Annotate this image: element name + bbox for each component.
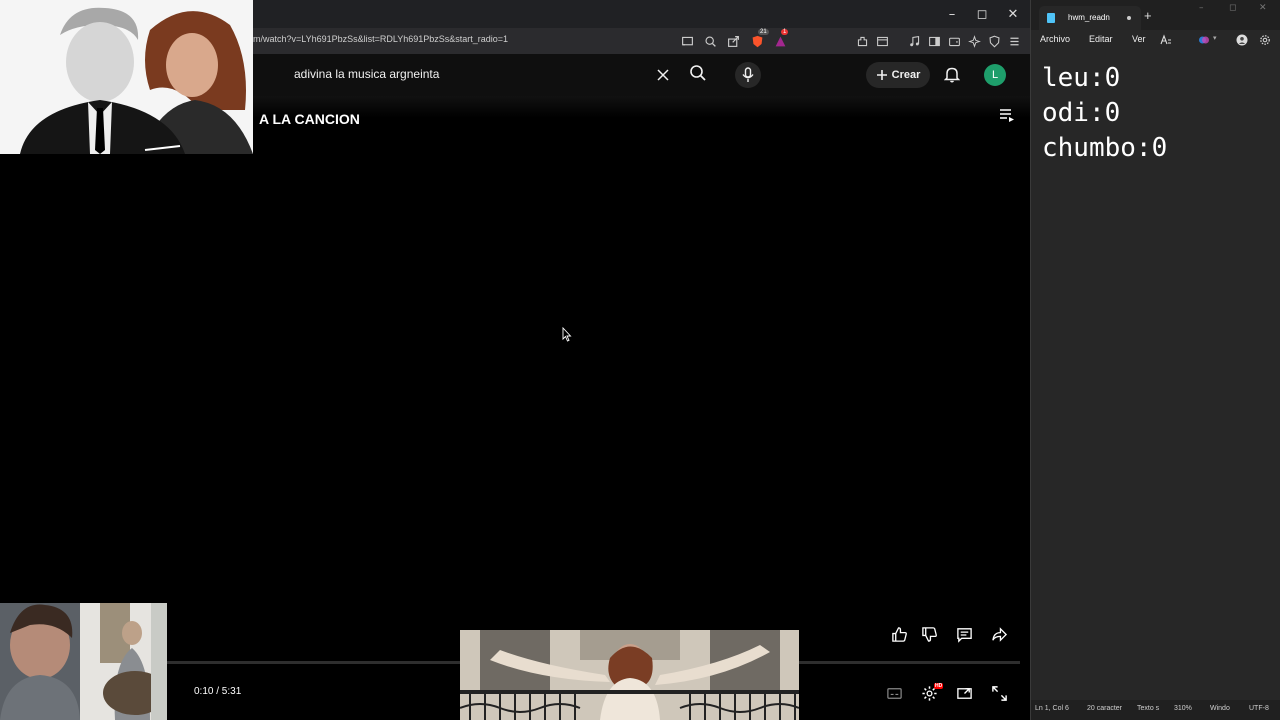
zoom-level[interactable]: 310% [1174, 705, 1192, 712]
create-label: Crear [891, 69, 921, 81]
editor-line: chumbo:0 [1042, 133, 1168, 163]
rewards-count-badge: 1 [781, 29, 789, 35]
time-display: 0:10 / 5:31 [194, 686, 242, 697]
copilot-icon[interactable] [1197, 33, 1210, 46]
encoding[interactable]: UTF-8 [1249, 705, 1269, 712]
new-tab-plus-icon[interactable]: + [1144, 8, 1152, 23]
wallet-icon[interactable] [945, 32, 963, 50]
video-title[interactable]: A LA CANCION [259, 111, 360, 127]
cursor-position: Ln 1, Col 6 [1035, 705, 1069, 712]
search-box[interactable]: adivina la musica argneinta [281, 62, 677, 88]
search-icon[interactable] [687, 62, 709, 84]
brave-shields-icon[interactable]: 21 [748, 29, 769, 50]
cast-icon[interactable] [678, 32, 696, 50]
editor-line: leu:0 [1042, 63, 1121, 93]
notepad-close-button[interactable]: ✕ [1259, 3, 1267, 13]
unsaved-dot-icon[interactable] [1127, 16, 1131, 20]
font-format-icon[interactable] [1159, 33, 1172, 46]
brave-rewards-icon[interactable]: 1 [771, 29, 789, 50]
minimize-button[interactable]: – [938, 4, 966, 24]
plus-icon [876, 70, 887, 80]
notepad-file-icon [1047, 13, 1055, 23]
character-count: 20 caracter [1087, 705, 1123, 712]
browser-window: – ◻ ✕ m/watch?v=LYh691PbzSs&list=RDLYh69… [0, 0, 1030, 720]
line-ending[interactable]: Windo [1210, 705, 1230, 712]
menu-archivo[interactable]: Archivo [1040, 34, 1070, 44]
hd-badge: HD [934, 683, 944, 689]
avatar[interactable]: L [984, 64, 1006, 86]
shields-count-badge: 21 [758, 29, 769, 35]
notepad-statusbar: Ln 1, Col 6 20 caracter Texto s 310% Win… [1031, 700, 1280, 720]
sidebar-icon[interactable] [925, 32, 943, 50]
mouse-cursor-icon [562, 326, 572, 342]
editor-line: odi:0 [1042, 98, 1121, 128]
notepad-menubar: Archivo Editar Ver ▾ [1031, 30, 1280, 48]
search-input[interactable]: adivina la musica argneinta [294, 67, 439, 81]
account-icon[interactable] [1235, 33, 1248, 46]
notepad-tabbar: hwm_readn + – ◻ ✕ [1031, 0, 1280, 30]
share-icon[interactable] [724, 32, 742, 50]
menu-editar[interactable]: Editar [1089, 34, 1113, 44]
notepad-window: hwm_readn + – ◻ ✕ Archivo Editar Ver ▾ l… [1030, 0, 1280, 720]
clear-search-icon[interactable] [653, 65, 673, 85]
like-icon[interactable] [889, 624, 909, 644]
notepad-tab[interactable]: hwm_readn [1039, 6, 1141, 30]
maximize-button[interactable]: ◻ [968, 4, 996, 24]
media-icon[interactable] [905, 32, 923, 50]
overlay-portrait-image [0, 0, 253, 154]
create-button[interactable]: Crear [866, 62, 930, 88]
menu-ver[interactable]: Ver [1132, 34, 1146, 44]
vpn-icon[interactable] [985, 32, 1003, 50]
extensions-icon[interactable] [853, 32, 871, 50]
notifications-bell-icon[interactable] [942, 64, 962, 84]
tab-search-icon[interactable] [873, 32, 891, 50]
menu-icon[interactable] [1005, 32, 1023, 50]
subtitles-icon[interactable] [884, 683, 904, 703]
notepad-tab-title: hwm_readn [1068, 13, 1110, 22]
playlist-icon[interactable] [998, 106, 1016, 124]
dislike-icon[interactable] [919, 624, 939, 644]
notepad-minimize-button[interactable]: – [1199, 3, 1204, 13]
notepad-settings-icon[interactable] [1258, 33, 1271, 46]
fullscreen-icon[interactable] [989, 683, 1009, 703]
microphone-icon[interactable] [735, 62, 761, 88]
notepad-maximize-button[interactable]: ◻ [1229, 3, 1236, 13]
zoom-icon[interactable] [701, 32, 719, 50]
share-arrow-icon[interactable] [989, 624, 1009, 644]
text-format[interactable]: Texto s [1137, 705, 1159, 712]
close-window-button[interactable]: ✕ [999, 4, 1027, 24]
miniplayer-icon[interactable] [954, 683, 974, 703]
comments-icon[interactable] [954, 624, 974, 644]
notepad-editor[interactable]: leu:0 odi:0 chumbo:0 [1032, 50, 1280, 700]
leo-ai-icon[interactable] [965, 32, 983, 50]
address-bar[interactable]: m/watch?v=LYh691PbzSs&list=RDLYh691PbzSs… [253, 34, 508, 44]
overlay-balcony-image [460, 630, 799, 720]
overlay-webcam-image [0, 603, 167, 720]
copilot-chevron-icon[interactable]: ▾ [1213, 34, 1217, 42]
